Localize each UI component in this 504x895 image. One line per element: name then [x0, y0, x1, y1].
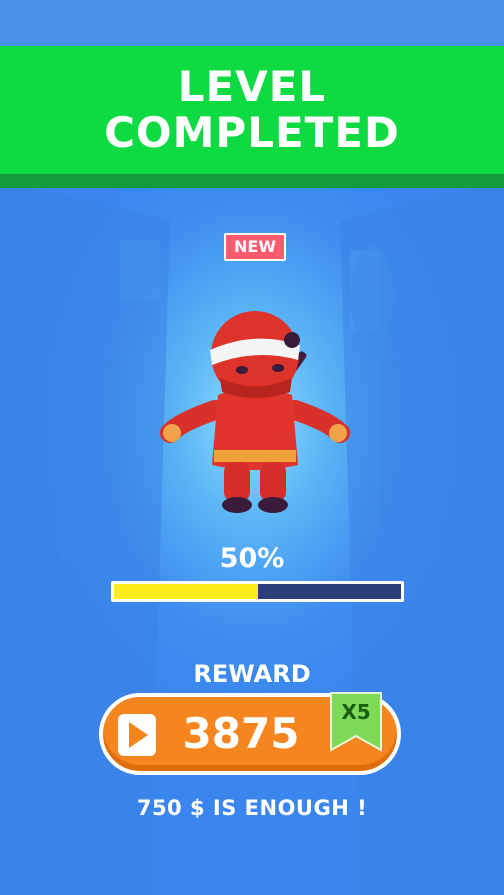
banner-title-line2: COMPLETED: [104, 108, 400, 157]
new-badge: NEW: [224, 233, 286, 261]
progress-percent: 50%: [219, 543, 285, 574]
banner-shadow: [0, 174, 504, 188]
play-icon: [118, 714, 156, 756]
progress-track: [114, 584, 401, 599]
multiplier-label: X5: [341, 700, 371, 724]
progress-bar: [111, 581, 404, 602]
enough-message: 750 $ IS ENOUGH !: [136, 796, 368, 820]
game-screen: LEVEL COMPLETED NEW 50% REWARD 3875 X5 7…: [0, 0, 504, 895]
reward-label: REWARD: [193, 660, 311, 688]
banner-title: LEVEL COMPLETED: [0, 64, 504, 156]
top-strip: [0, 0, 504, 46]
background-corridor: [0, 180, 504, 895]
reward-amount: 3875: [182, 709, 300, 758]
progress-fill: [114, 584, 258, 599]
banner-title-line1: LEVEL: [177, 62, 327, 111]
ninja-character-icon: [160, 311, 350, 513]
